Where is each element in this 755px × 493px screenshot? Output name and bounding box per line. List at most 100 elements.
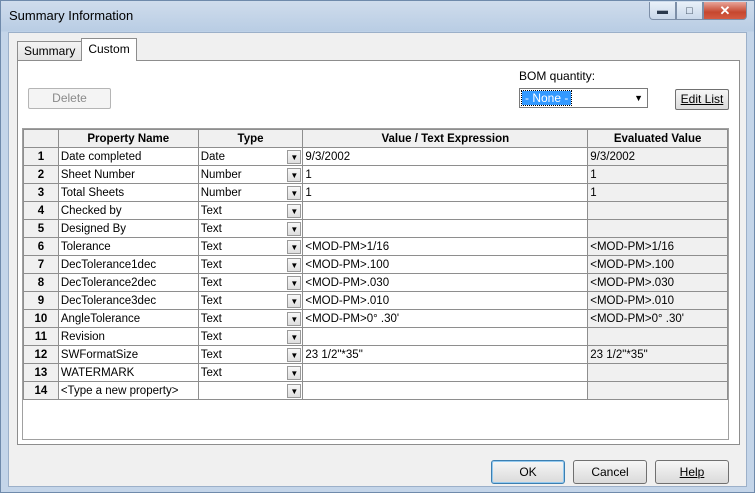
row-number[interactable]: 4 (23, 201, 59, 220)
type-cell[interactable]: Text ▼ (197, 291, 304, 310)
bom-quantity-select[interactable]: - None - ▼ (519, 88, 648, 108)
row-number[interactable]: 5 (23, 219, 59, 238)
chevron-down-icon[interactable]: ▼ (287, 204, 302, 218)
chevron-down-icon[interactable]: ▼ (287, 330, 302, 344)
minimize-button[interactable]: ▬ (649, 2, 676, 20)
close-button[interactable]: ✕ (703, 2, 747, 20)
type-cell[interactable]: Number ▼ (197, 165, 304, 184)
value-cell[interactable]: <MOD-PM>.010 (302, 291, 589, 310)
grid-corner[interactable] (23, 129, 59, 148)
value-cell[interactable]: <MOD-PM>1/16 (302, 237, 589, 256)
delete-button[interactable]: Delete (28, 88, 111, 109)
row-number[interactable]: 10 (23, 309, 59, 328)
type-cell[interactable]: Text ▼ (197, 273, 304, 292)
table-row: 4 Checked by Text ▼ (23, 201, 728, 220)
type-cell[interactable]: Text ▼ (197, 255, 304, 274)
row-number[interactable]: 14 (23, 381, 59, 400)
evaluated-value-cell: 1 (587, 165, 728, 184)
type-cell[interactable]: Text ▼ (197, 201, 304, 220)
property-name-cell[interactable]: Total Sheets (57, 183, 199, 202)
maximize-button[interactable]: □ (676, 2, 703, 20)
property-name-cell[interactable]: DecTolerance1dec (57, 255, 199, 274)
chevron-down-icon[interactable]: ▼ (287, 150, 302, 164)
property-name-cell[interactable]: Tolerance (57, 237, 199, 256)
value-cell[interactable]: <MOD-PM>.100 (302, 255, 589, 274)
type-cell[interactable]: Text ▼ (197, 309, 304, 328)
type-cell[interactable]: Text ▼ (197, 237, 304, 256)
chevron-down-icon[interactable]: ▼ (287, 312, 302, 326)
property-name-cell[interactable]: Checked by (57, 201, 199, 220)
chevron-down-icon[interactable]: ▼ (287, 222, 302, 236)
chevron-down-icon[interactable]: ▼ (287, 366, 302, 380)
row-number[interactable]: 3 (23, 183, 59, 202)
window-title: Summary Information (9, 8, 134, 23)
row-number[interactable]: 8 (23, 273, 59, 292)
type-cell[interactable]: Text ▼ (197, 363, 304, 382)
value-cell[interactable] (302, 327, 589, 346)
help-label: Help (679, 465, 705, 479)
row-number[interactable]: 1 (23, 147, 59, 166)
ok-button[interactable]: OK (491, 460, 565, 484)
value-cell[interactable]: <MOD-PM>.030 (302, 273, 589, 292)
row-number[interactable]: 12 (23, 345, 59, 364)
type-value: Text (200, 330, 222, 343)
chevron-down-icon[interactable]: ▼ (287, 294, 302, 308)
value-cell[interactable]: <MOD-PM>0° .30' (302, 309, 589, 328)
chevron-down-icon[interactable]: ▼ (287, 168, 302, 182)
value-cell[interactable]: 1 (302, 183, 589, 202)
evaluated-value-cell (587, 201, 728, 220)
type-value: Text (200, 240, 222, 253)
property-name-cell[interactable]: Revision (57, 327, 199, 346)
value-cell[interactable] (302, 381, 589, 400)
chevron-down-icon[interactable]: ▼ (287, 276, 302, 290)
type-cell[interactable]: Date ▼ (197, 147, 304, 166)
property-name-cell[interactable]: SWFormatSize (57, 345, 199, 364)
cancel-button[interactable]: Cancel (573, 460, 647, 484)
type-cell[interactable]: ▼ (197, 381, 304, 400)
value-cell[interactable]: 23 1/2"*35" (302, 345, 589, 364)
chevron-down-icon: ▼ (634, 93, 643, 103)
row-number[interactable]: 2 (23, 165, 59, 184)
type-cell[interactable]: Text ▼ (197, 345, 304, 364)
property-name-cell[interactable]: AngleTolerance (57, 309, 199, 328)
title-bar[interactable]: Summary Information ▬ □ ✕ (1, 1, 754, 31)
dialog-client-area: Summary Custom Delete BOM quantity: - No… (8, 32, 747, 487)
property-name-cell[interactable]: Date completed (57, 147, 199, 166)
edit-list-button[interactable]: Edit List (675, 89, 729, 110)
chevron-down-icon[interactable]: ▼ (287, 240, 302, 254)
chevron-down-icon[interactable]: ▼ (287, 384, 302, 398)
evaluated-value-cell: <MOD-PM>0° .30' (587, 309, 728, 328)
table-row: 13 WATERMARK Text ▼ (23, 363, 728, 382)
tab-custom[interactable]: Custom (81, 38, 137, 61)
property-name-cell[interactable]: <Type a new property> (57, 381, 199, 400)
row-number[interactable]: 6 (23, 237, 59, 256)
chevron-down-icon[interactable]: ▼ (287, 258, 302, 272)
type-value: Text (200, 312, 222, 325)
type-cell[interactable]: Text ▼ (197, 219, 304, 238)
value-cell[interactable] (302, 201, 589, 220)
value-cell[interactable] (302, 363, 589, 382)
table-row: 7 DecTolerance1dec Text ▼ <MOD-PM>.100 <MOD… (23, 255, 728, 274)
property-name-cell[interactable]: DecTolerance3dec (57, 291, 199, 310)
row-number[interactable]: 7 (23, 255, 59, 274)
evaluated-value-cell (587, 363, 728, 382)
tab-strip: Summary Custom (17, 38, 137, 61)
minimize-icon: ▬ (657, 4, 668, 17)
property-name-cell[interactable]: WATERMARK (57, 363, 199, 382)
evaluated-value-cell (587, 219, 728, 238)
value-cell[interactable]: 9/3/2002 (302, 147, 589, 166)
property-name-cell[interactable]: Designed By (57, 219, 199, 238)
type-cell[interactable]: Number ▼ (197, 183, 304, 202)
row-number[interactable]: 13 (23, 363, 59, 382)
row-number[interactable]: 11 (23, 327, 59, 346)
chevron-down-icon[interactable]: ▼ (287, 348, 302, 362)
property-name-cell[interactable]: DecTolerance2dec (57, 273, 199, 292)
value-cell[interactable] (302, 219, 589, 238)
row-number[interactable]: 9 (23, 291, 59, 310)
chevron-down-icon[interactable]: ▼ (287, 186, 302, 200)
type-cell[interactable]: Text ▼ (197, 327, 304, 346)
help-button[interactable]: Help (655, 460, 729, 484)
tab-summary[interactable]: Summary (17, 41, 83, 61)
value-cell[interactable]: 1 (302, 165, 589, 184)
property-name-cell[interactable]: Sheet Number (57, 165, 199, 184)
